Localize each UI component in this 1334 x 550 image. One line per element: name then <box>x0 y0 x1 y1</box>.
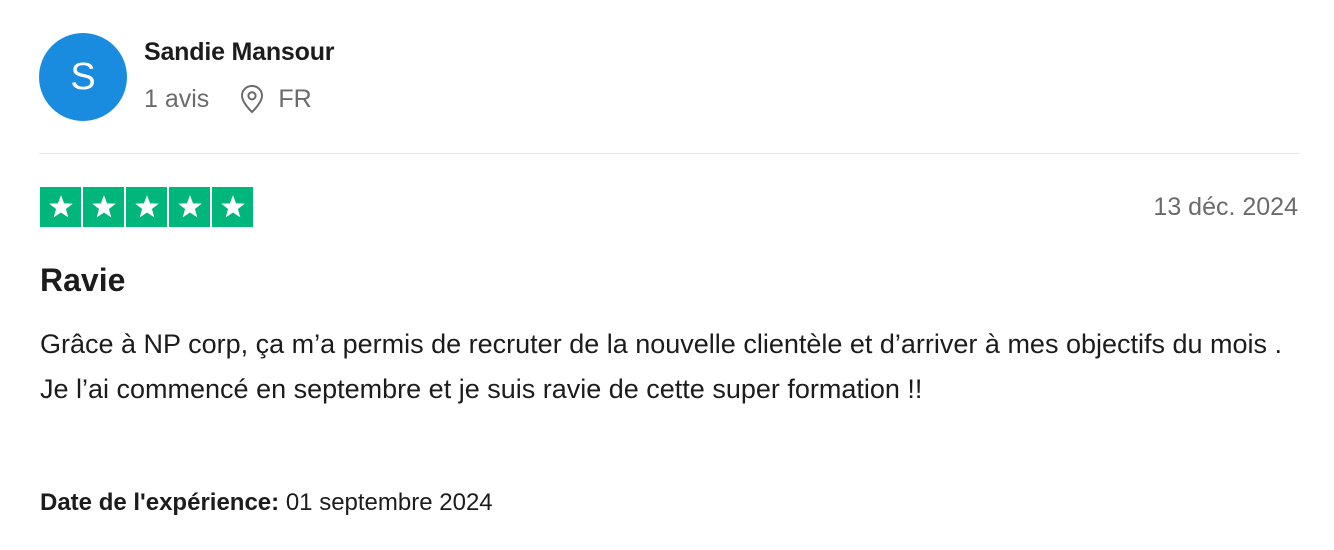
experience-value: 01 septembre 2024 <box>285 489 493 516</box>
review-title: Ravie <box>40 262 126 298</box>
star-box <box>83 187 124 227</box>
review-body: Grâce à NP corp, ça m’a permis de recrut… <box>40 322 1310 412</box>
reviews-count: 1 avis <box>144 84 210 113</box>
avatar-initial: S <box>70 56 96 98</box>
star-box <box>40 187 81 227</box>
star-rating <box>40 187 253 227</box>
reviewer-country: FR <box>278 84 312 113</box>
location-pin-icon <box>239 84 265 114</box>
star-box <box>169 187 210 227</box>
review-paragraph: Grâce à NP corp, ça m’a permis de recrut… <box>40 329 1283 359</box>
star-icon <box>91 195 116 218</box>
reviewer-meta: 1 avis FR <box>144 82 312 116</box>
star-box <box>212 187 253 227</box>
star-icon <box>48 195 73 218</box>
review-date: 13 déc. 2024 <box>1153 193 1298 221</box>
experience-label: Date de l'expérience: <box>40 489 280 516</box>
avatar[interactable]: S <box>39 33 127 121</box>
star-icon <box>134 195 159 218</box>
review-card: S Sandie Mansour 1 avis FR 13 déc. 2024 … <box>0 0 1334 550</box>
reviewer-name[interactable]: Sandie Mansour <box>144 38 334 67</box>
divider <box>39 153 1299 154</box>
star-icon <box>220 195 245 218</box>
review-paragraph: Je l’ai commencé en septembre et je suis… <box>40 374 923 404</box>
experience-date: Date de l'expérience: 01 septembre 2024 <box>40 489 493 517</box>
star-icon <box>177 195 202 218</box>
star-box <box>126 187 167 227</box>
